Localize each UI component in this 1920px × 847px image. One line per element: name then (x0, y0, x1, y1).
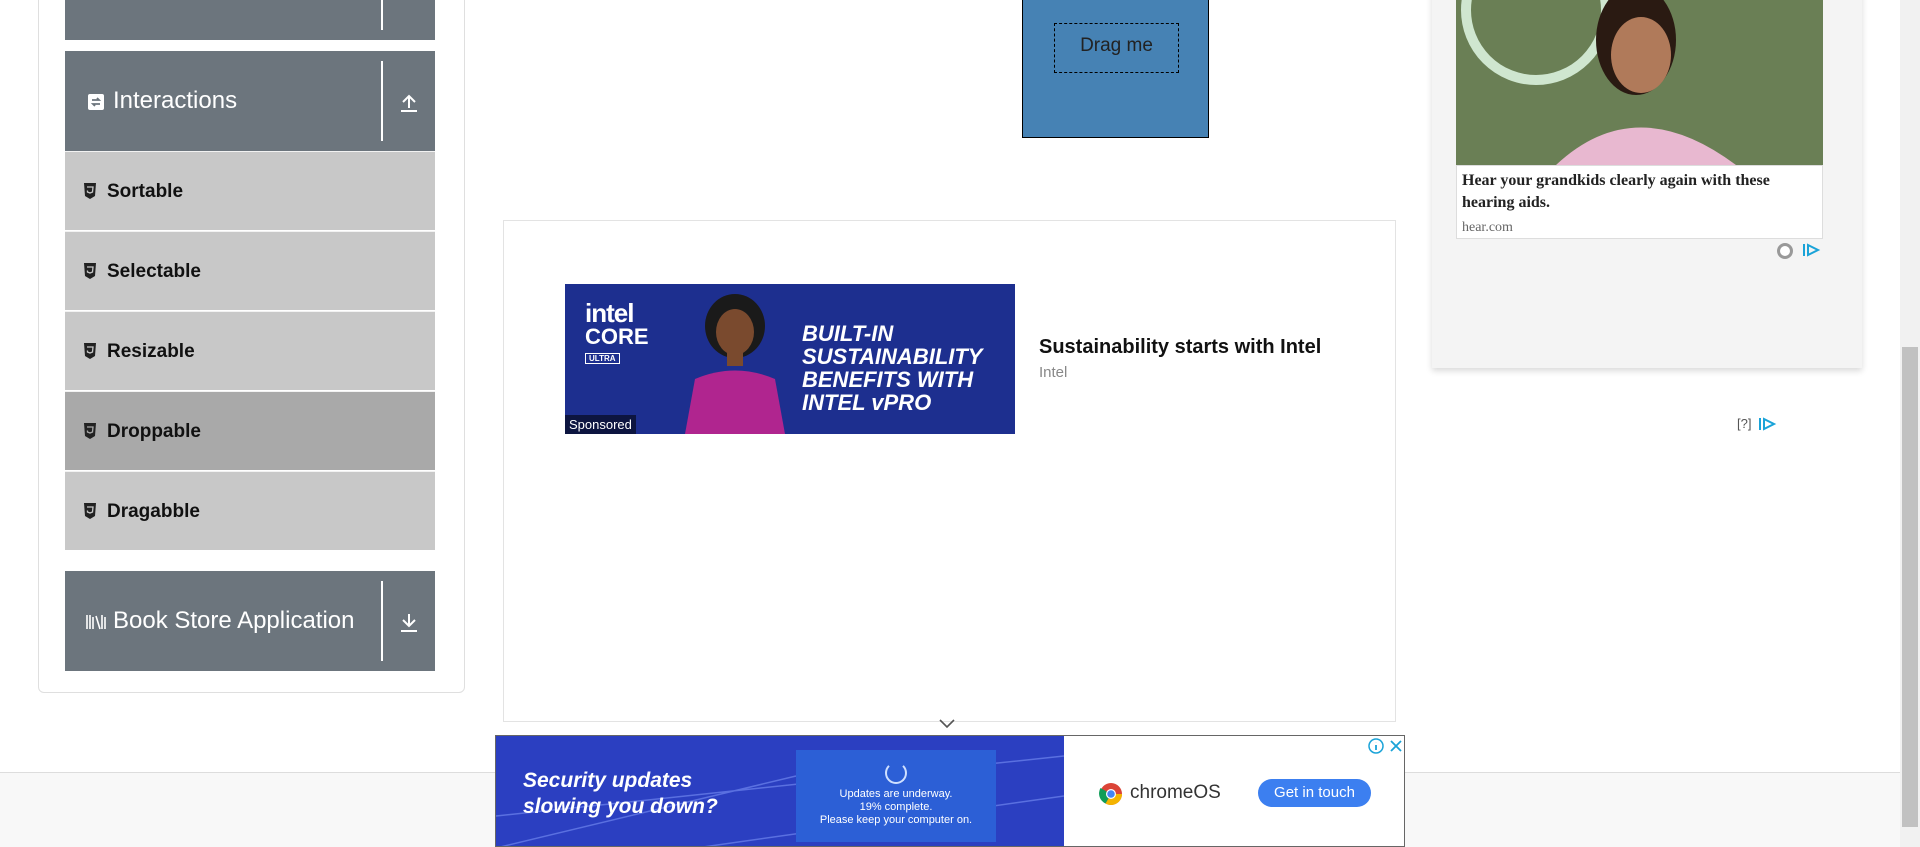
scrollbar-thumb[interactable] (1902, 347, 1918, 827)
intel-logo: intel CORE ULTRA (585, 298, 649, 364)
adchoices-icon[interactable] (1756, 416, 1788, 432)
sidebar-item-label: Dragabble (107, 501, 200, 522)
ad-banner-image[interactable]: intel CORE ULTRA BUILT-IN SUSTAINABILITY… (565, 284, 1015, 434)
ad-photo[interactable] (1456, 0, 1823, 165)
drag-box[interactable]: Drag me (1022, 0, 1209, 138)
sponsored-label: Sponsored (565, 415, 636, 434)
chevron-down-icon[interactable] (937, 716, 957, 730)
down-arrow-icon[interactable] (398, 611, 420, 633)
sidebar-item-resizable[interactable]: Resizable (65, 311, 435, 390)
html5-icon (84, 263, 96, 279)
sidebar-item-label: Sortable (107, 181, 184, 202)
sidebar-item-label: Selectable (107, 261, 201, 282)
bottom-ad-visual: Security updates slowing you down? Updat… (496, 736, 1064, 846)
html5-icon (84, 343, 96, 359)
banner-headline: BUILT-IN SUSTAINABILITY BENEFITS WITH IN… (802, 321, 983, 415)
info-icon[interactable] (1368, 738, 1384, 754)
sidebar-item-label: Droppable (107, 421, 201, 442)
books-icon (86, 615, 106, 630)
close-icon[interactable] (1388, 738, 1404, 754)
person-illustration (685, 294, 785, 434)
get-in-touch-button[interactable]: Get in touch (1258, 779, 1371, 807)
ad-source: Intel (1039, 364, 1068, 381)
group-header-interactions[interactable]: Interactions (65, 51, 435, 151)
drag-handle-label[interactable]: Drag me (1054, 23, 1179, 73)
group-title: Book Store Application (113, 607, 355, 634)
group-header-book-store[interactable]: Book Store Application (65, 571, 435, 671)
ad-headline[interactable]: Hear your grandkids clearly again with t… (1462, 170, 1817, 214)
up-arrow-icon[interactable] (398, 91, 420, 113)
ad-help-link[interactable]: [?] (1737, 416, 1751, 431)
woman-photo-illustration (1456, 0, 1823, 165)
bottom-ad-banner[interactable]: Security updates slowing you down? Updat… (495, 735, 1405, 847)
group-separator (381, 61, 383, 141)
html5-icon (84, 183, 96, 199)
sidebar-item-selectable[interactable]: Selectable (65, 231, 435, 310)
chrome-logo-icon (1099, 783, 1122, 805)
html5-icon (84, 503, 96, 519)
interactions-icon (88, 94, 104, 110)
sidebar-item-label: Resizable (107, 341, 195, 362)
sidebar-item-droppable[interactable]: Droppable (65, 391, 435, 470)
html5-icon (84, 423, 96, 439)
ad-domain: hear.com (1462, 220, 1513, 235)
group-separator (381, 0, 383, 30)
bottom-ad-headline: Security updates slowing you down? (523, 769, 718, 818)
sidebar-item-dragabble[interactable]: Dragabble (65, 471, 435, 550)
update-screen: Updates are underway. 19% complete. Plea… (796, 750, 996, 842)
group-separator (381, 581, 383, 661)
adchoices-icon[interactable] (1800, 242, 1832, 258)
ad-feedback-icon[interactable] (1776, 242, 1794, 260)
sidebar-item-sortable[interactable]: Sortable (65, 151, 435, 230)
group-header-widgets[interactable] (65, 0, 435, 40)
loading-spinner-icon (885, 762, 907, 784)
ad-title-link[interactable]: Sustainability starts with Intel (1039, 336, 1321, 359)
brand-name: chromeOS (1130, 782, 1221, 803)
group-title: Interactions (113, 87, 238, 114)
